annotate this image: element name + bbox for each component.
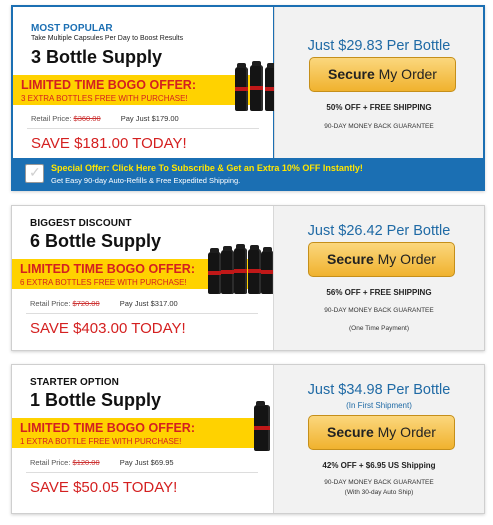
subscribe-checkbox[interactable] [25,164,44,183]
offer-tag: BIGGEST DISCOUNT [30,218,132,229]
retail-label: Retail Price: [30,458,71,467]
bogo-subtitle: 6 EXTRA BOTTLES FREE WITH PURCHASE! [20,278,187,287]
price-per-bottle: Just $34.98 Per Bottle [307,382,451,398]
secure-order-button[interactable]: Secure My Order [309,57,456,92]
discount-shipping-line: 50% OFF + FREE SHIPPING [326,103,432,112]
offer-card-1-bottle: STARTER OPTION 1 Bottle Supply LIMITED T… [11,364,485,514]
retail-price: $120.00 [72,458,100,467]
offer-details: MOST POPULAR Take Multiple Capsules Per … [13,7,278,160]
price-line: Retail Price: $120.00 Pay Just $69.95 [30,458,174,467]
bogo-subtitle: 3 EXTRA BOTTLES FREE WITH PURCHASE! [21,94,188,103]
offer-cta-panel: Just $29.83 Per Bottle Secure My Order 5… [274,7,483,160]
bogo-title: LIMITED TIME BOGO OFFER: [20,421,195,435]
payment-note: (One Time Payment) [349,325,409,332]
bogo-banner: LIMITED TIME BOGO OFFER: 1 EXTRA BOTTLE … [12,418,258,448]
bogo-title: LIMITED TIME BOGO OFFER: [20,262,195,276]
save-amount: SAVE $181.00 TODAY! [31,135,187,152]
retail-price: $720.00 [72,299,100,308]
pay-just-price: Pay Just $317.00 [119,299,178,308]
save-amount: SAVE $50.05 TODAY! [30,479,178,496]
price-per-bottle: Just $29.83 Per Bottle [307,38,451,54]
bogo-banner: LIMITED TIME BOGO OFFER: 3 EXTRA BOTTLES… [13,75,259,105]
price-note: (In First Shipment) [346,401,412,410]
button-label: My Order [377,424,436,440]
button-label: My Order [377,251,436,267]
offer-title: 6 Bottle Supply [30,231,162,251]
offer-title: 3 Bottle Supply [31,47,163,67]
offer-cta-panel: Just $26.42 Per Bottle Secure My Order 5… [273,206,484,350]
price-line: Retail Price: $360.00 Pay Just $179.00 [31,114,179,123]
retail-price: $360.00 [73,114,101,123]
guarantee-note: (With 30-day Auto Ship) [344,489,414,496]
discount-shipping-line: 42% OFF + $6.95 US Shipping [322,461,436,470]
button-label: My Order [378,66,437,82]
pay-just-price: Pay Just $69.95 [119,458,174,467]
secure-order-button[interactable]: Secure My Order [308,242,455,277]
pay-just-price: Pay Just $179.00 [120,114,179,123]
divider [26,313,258,314]
subscribe-special-offer[interactable]: Special Offer: Click Here To Subscribe &… [13,158,483,189]
divider [26,472,258,473]
button-label-strong: Secure [328,66,375,82]
bogo-subtitle: 1 EXTRA BOTTLE FREE WITH PURCHASE! [20,437,182,446]
offer-card-6-bottles: BIGGEST DISCOUNT 6 Bottle Supply LIMITED… [11,205,485,351]
offer-card-3-bottles: MOST POPULAR Take Multiple Capsules Per … [11,5,485,191]
discount-shipping-line: 56% OFF + FREE SHIPPING [326,288,432,297]
secure-order-button[interactable]: Secure My Order [308,415,455,450]
bogo-title: LIMITED TIME BOGO OFFER: [21,78,196,92]
retail-label: Retail Price: [31,114,72,123]
retail-label: Retail Price: [30,299,71,308]
offer-title: 1 Bottle Supply [30,390,162,410]
offer-subtitle: Take Multiple Capsules Per Day to Boost … [31,35,184,42]
divider [27,128,259,129]
offer-cta-panel: Just $34.98 Per Bottle (In First Shipmen… [273,365,484,513]
button-label-strong: Secure [327,424,374,440]
money-back-guarantee: 90-DAY MONEY BACK GUARANTEE [324,307,434,314]
money-back-guarantee: 90-DAY MONEY BACK GUARANTEE [324,479,434,486]
price-line: Retail Price: $720.00 Pay Just $317.00 [30,299,178,308]
button-label-strong: Secure [327,251,374,267]
price-per-bottle: Just $26.42 Per Bottle [307,223,451,239]
offer-details: STARTER OPTION 1 Bottle Supply LIMITED T… [12,365,272,513]
offer-tag: MOST POPULAR [31,23,113,34]
special-offer-subtitle: Get Easy 90-day Auto-Refills & Free Expe… [51,176,241,185]
money-back-guarantee: 90-DAY MONEY BACK GUARANTEE [324,123,434,130]
save-amount: SAVE $403.00 TODAY! [30,320,186,337]
special-offer-title[interactable]: Special Offer: Click Here To Subscribe &… [51,163,363,173]
offer-details: BIGGEST DISCOUNT 6 Bottle Supply LIMITED… [12,206,287,350]
offer-tag: STARTER OPTION [30,377,119,388]
